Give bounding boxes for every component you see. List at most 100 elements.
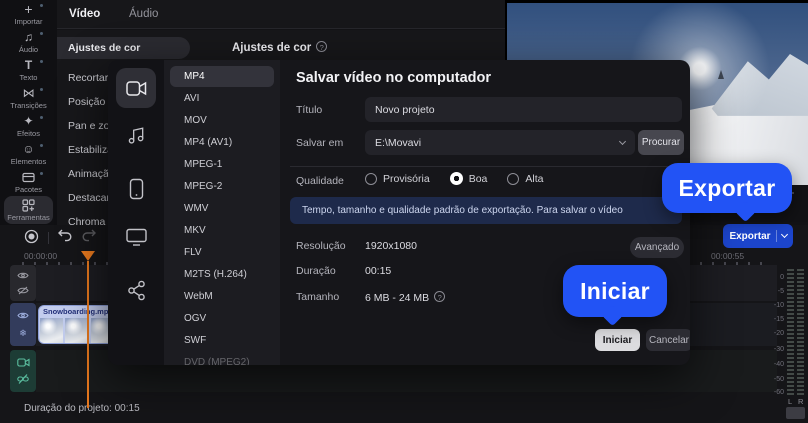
snowflake-icon[interactable]: ❄ [19, 328, 27, 338]
package-icon [22, 171, 35, 184]
format-item[interactable]: MPEG-2 [170, 176, 274, 197]
meter-db-label: -20 [773, 330, 784, 337]
button-divider [775, 230, 777, 242]
meter-channel-right: R [798, 397, 804, 406]
format-item[interactable]: WebM [170, 286, 274, 307]
meter-db-label: -10 [773, 302, 784, 309]
format-item[interactable]: SWF [170, 330, 274, 351]
cancel-button[interactable]: Cancelar [646, 329, 690, 351]
tool-item[interactable]: Posição [68, 96, 105, 108]
duration-label: Duração [296, 265, 336, 277]
size-label: Tamanho [296, 291, 340, 303]
format-item[interactable]: DVD (MPEG2) [170, 352, 274, 365]
link-off-icon[interactable] [17, 374, 29, 385]
format-item-mp4[interactable]: MP4 [170, 66, 274, 87]
radio-alta[interactable] [507, 172, 520, 185]
radio-label[interactable]: Provisória [383, 173, 430, 185]
dialog-divider [290, 166, 680, 167]
timeline-clip-snowboarding[interactable]: Snowboarding.mp4 [38, 305, 116, 344]
help-icon[interactable]: ? [434, 291, 446, 302]
sidebar-label: Importar [14, 16, 43, 26]
record-button[interactable] [24, 229, 39, 244]
meter-db-label: 0 [780, 274, 784, 281]
category-tv-button[interactable] [108, 228, 164, 246]
sidebar-item-transicoes[interactable]: ⋈ Transições [0, 84, 57, 112]
ruler-timestamp-start: 00:00:00 [24, 251, 58, 261]
start-button[interactable]: Iniciar [595, 329, 640, 351]
badge-dot [40, 172, 43, 175]
music-note-icon [128, 127, 143, 144]
eye-icon[interactable] [17, 271, 29, 280]
meter-channel-left: L [788, 397, 793, 406]
format-item[interactable]: AVI [170, 88, 274, 109]
sidebar-item-ferramentas[interactable]: Ferramentas [4, 196, 53, 224]
quality-options: Provisória Boa Alta [365, 172, 557, 185]
sidebar-item-pacotes[interactable]: Pacotes [0, 168, 57, 196]
category-video-button[interactable] [116, 68, 156, 108]
save-location-select[interactable]: E:\Movavi [365, 130, 635, 155]
save-location-value: E:\Movavi [375, 136, 422, 149]
format-item[interactable]: WMV [170, 198, 274, 219]
clip-thumbnail [40, 318, 64, 343]
size-value: 6 MB - 24 MB? [365, 291, 446, 304]
plus-icon: + [24, 0, 33, 17]
undo-button[interactable] [57, 229, 72, 242]
format-item[interactable]: MKV [170, 220, 274, 241]
app-sidebar: + Importar ♫ Áudio T Texto ⋈ Transições … [0, 0, 57, 225]
meter-db-label: -50 [773, 376, 784, 383]
category-device-button[interactable] [108, 178, 164, 200]
sidebar-label: Pacotes [14, 184, 43, 194]
chevron-down-icon [618, 137, 627, 145]
iniciar-callout: Iniciar [563, 265, 667, 327]
sidebar-label: Texto [19, 72, 38, 82]
eye-icon[interactable] [17, 311, 29, 320]
radio-label[interactable]: Boa [469, 173, 488, 185]
dialog-title: Salvar vídeo no computador [296, 70, 491, 86]
redo-button[interactable] [82, 229, 97, 242]
camera-icon[interactable] [16, 358, 30, 367]
exportar-callout: Exportar [662, 163, 792, 223]
radio-boa-selected[interactable] [449, 172, 463, 185]
sidebar-item-efeitos[interactable]: ✦ Efeitos [0, 112, 57, 140]
help-icon[interactable]: ? [316, 41, 328, 52]
meter-db-label: -5 [777, 288, 784, 295]
chevron-down-icon [780, 230, 788, 239]
playhead-line[interactable] [87, 261, 89, 408]
export-button[interactable]: Exportar [723, 224, 793, 248]
camera-icon [125, 80, 146, 96]
meter-db-label: -40 [773, 361, 784, 368]
resolution-label: Resolução [296, 240, 346, 252]
format-item[interactable]: FLV [170, 242, 274, 263]
badge-dot [40, 116, 43, 119]
save-location-label: Salvar em [296, 137, 344, 149]
phone-icon [129, 178, 143, 200]
radio-provisoria[interactable] [365, 172, 377, 185]
radio-label[interactable]: Alta [525, 173, 543, 185]
tool-item-ajustes-de-cor[interactable]: Ajustes de cor [57, 37, 190, 59]
playhead-marker[interactable] [81, 251, 95, 261]
format-item[interactable]: MPEG-1 [170, 154, 274, 175]
sidebar-item-audio[interactable]: ♫ Áudio [0, 28, 57, 56]
eye-off-icon[interactable] [17, 286, 29, 295]
export-info-banner: Tempo, tamanho e qualidade padrão de exp… [290, 197, 682, 224]
category-audio-button[interactable] [108, 126, 164, 145]
meter-db-label: -15 [773, 316, 784, 323]
format-item[interactable]: M2TS (H.264) [170, 264, 274, 285]
panel-tabbar: Vídeo Áudio [57, 0, 505, 29]
category-share-button[interactable] [108, 280, 164, 301]
format-item[interactable]: MOV [170, 110, 274, 131]
sidebar-item-elementos[interactable]: ☺ Elementos [0, 140, 57, 168]
title-input[interactable] [365, 97, 682, 122]
format-item[interactable]: OGV [170, 308, 274, 329]
format-item[interactable]: MP4 (AV1) [170, 132, 274, 153]
sidebar-item-importar[interactable]: + Importar [0, 0, 57, 28]
track-header-overlay [10, 265, 36, 301]
sidebar-item-texto[interactable]: T Texto [0, 56, 57, 84]
meter-control[interactable] [786, 407, 805, 419]
badge-dot [40, 144, 43, 147]
advanced-button[interactable]: Avançado [630, 237, 684, 258]
tab-video[interactable]: Vídeo [69, 8, 100, 20]
badge-dot [40, 88, 43, 91]
browse-button[interactable]: Procurar [638, 130, 684, 155]
tab-audio[interactable]: Áudio [129, 8, 158, 20]
